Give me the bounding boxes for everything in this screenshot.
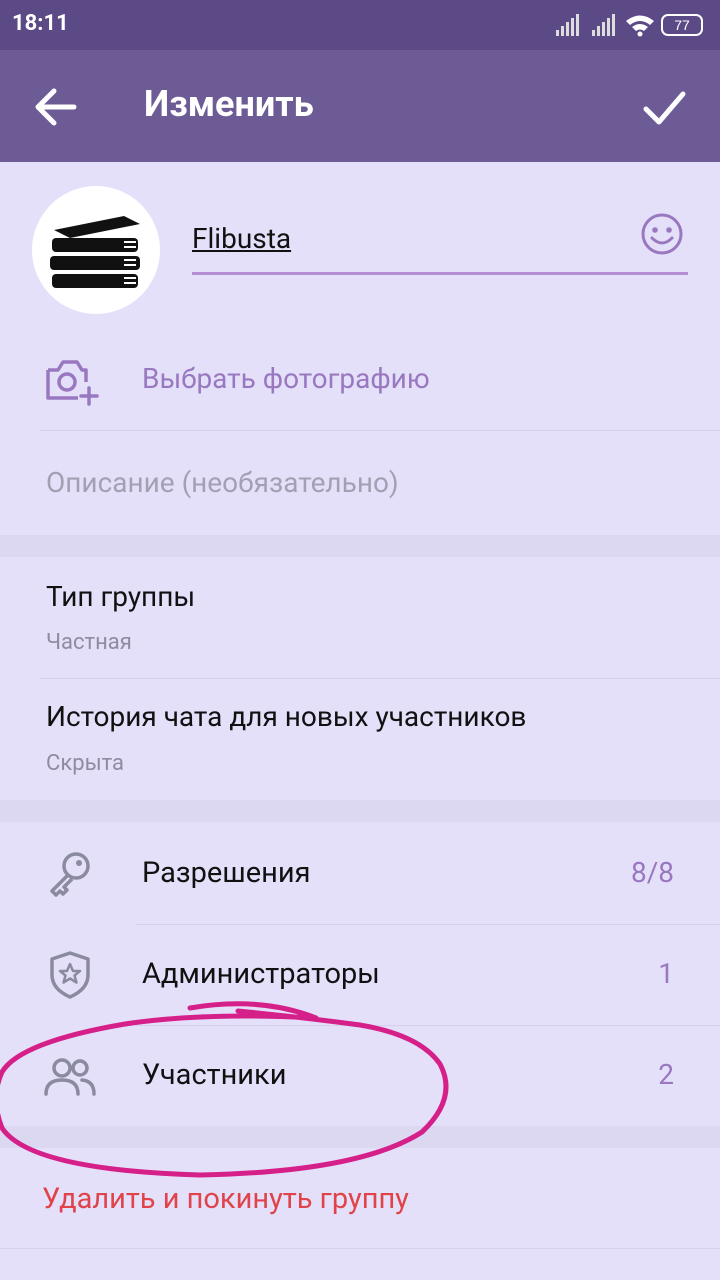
group-type-value: Частная bbox=[46, 630, 132, 655]
section-separator bbox=[0, 1126, 720, 1148]
description-input[interactable]: Описание (необязательно) bbox=[46, 466, 399, 499]
delete-leave-group-button[interactable]: Удалить и покинуть группу bbox=[42, 1182, 409, 1216]
administrators-label: Администраторы bbox=[142, 957, 380, 991]
members-label: Участники bbox=[142, 1058, 287, 1092]
key-icon bbox=[50, 852, 90, 897]
battery-level: 77 bbox=[674, 17, 690, 33]
permissions-count: 8/8 bbox=[630, 856, 674, 889]
administrators-count: 1 bbox=[658, 957, 674, 990]
page-title: Изменить bbox=[144, 83, 314, 125]
divider bbox=[40, 678, 720, 679]
section-separator bbox=[0, 535, 720, 557]
permissions-row[interactable]: Разрешения 8/8 bbox=[0, 824, 720, 924]
books-icon bbox=[50, 216, 140, 288]
status-bar: 18:11 77 bbox=[0, 0, 720, 50]
group-type-title: Тип группы bbox=[46, 580, 196, 613]
group-name-input[interactable]: Flibusta bbox=[192, 222, 291, 255]
divider bbox=[0, 1248, 720, 1249]
status-time: 18:11 bbox=[12, 11, 69, 36]
emoji-icon[interactable] bbox=[640, 212, 684, 256]
back-arrow-icon[interactable] bbox=[30, 84, 80, 130]
chat-history-title: История чата для новых участников bbox=[46, 700, 527, 733]
divider bbox=[40, 430, 720, 431]
permissions-label: Разрешения bbox=[142, 856, 311, 890]
administrators-row[interactable]: Администраторы 1 bbox=[0, 925, 720, 1025]
users-icon bbox=[44, 1058, 96, 1096]
status-icons: 77 bbox=[556, 12, 706, 38]
group-avatar[interactable] bbox=[32, 186, 160, 314]
section-separator bbox=[0, 800, 720, 822]
members-row[interactable]: Участники 2 bbox=[0, 1026, 720, 1126]
check-icon[interactable] bbox=[638, 82, 690, 132]
members-count: 2 bbox=[658, 1058, 674, 1091]
app-bar: Изменить bbox=[0, 50, 720, 162]
shield-star-icon bbox=[50, 951, 90, 999]
add-photo-icon[interactable] bbox=[44, 356, 100, 406]
choose-photo-button[interactable]: Выбрать фотографию bbox=[142, 362, 430, 395]
signal-wifi-battery-icon: 77 bbox=[556, 14, 703, 37]
chat-history-value: Скрыта bbox=[46, 751, 125, 776]
name-underline bbox=[192, 272, 688, 275]
